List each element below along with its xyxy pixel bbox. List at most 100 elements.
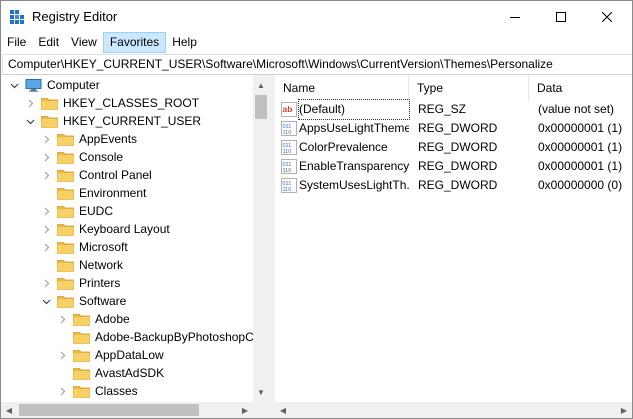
tree-vertical-scrollbar[interactable]: ▲ ▼ — [253, 75, 269, 402]
folder-icon — [57, 223, 74, 236]
tree-item[interactable]: Console — [42, 148, 123, 166]
value-row[interactable]: 011 110 AppsUseLightTheme REG_DWORD 0x000000… — [275, 119, 632, 138]
tree-item-label: Keyboard Layout — [79, 222, 170, 236]
value-row[interactable]: ab (Default) REG_SZ (value not set) — [275, 99, 632, 120]
menu-file[interactable]: File — [1, 32, 32, 53]
folder-icon — [41, 97, 58, 110]
tree-item[interactable]: Microsoft — [42, 238, 128, 256]
menu-help[interactable]: Help — [166, 32, 203, 53]
menu-favorites[interactable]: Favorites — [102, 32, 167, 53]
tree-item-label: AvastAdSDK — [95, 366, 165, 380]
chevron-down-icon[interactable] — [42, 297, 51, 306]
scrollbar-corner — [253, 402, 269, 418]
scroll-right-arrow-icon[interactable]: ▶ — [237, 402, 253, 418]
chevron-right-icon[interactable] — [42, 153, 51, 162]
computer-icon — [25, 78, 42, 92]
chevron-down-icon[interactable] — [26, 117, 35, 126]
folder-icon — [41, 115, 58, 128]
menu-view[interactable]: View — [65, 32, 103, 53]
binary-value-icon: 011 110 — [281, 140, 297, 155]
scroll-left-arrow-icon[interactable]: ◀ — [275, 402, 291, 418]
folder-icon — [57, 169, 74, 182]
chevron-right-icon[interactable] — [58, 315, 67, 324]
tree-item[interactable]: Control Panel — [42, 166, 152, 184]
value-row[interactable]: 011 110 EnableTransparency REG_DWORD 0x00000… — [275, 157, 632, 176]
chevron-right-icon[interactable] — [58, 351, 67, 360]
folder-icon — [73, 349, 90, 362]
tree-item[interactable]: Computer — [10, 76, 100, 94]
chevron-right-icon[interactable] — [42, 225, 51, 234]
folder-icon — [57, 133, 74, 146]
tree-item[interactable]: Network — [42, 256, 123, 274]
column-header-data[interactable]: Data — [529, 75, 632, 101]
tree-hscroll-thumb[interactable] — [19, 404, 199, 416]
tree-scroll-thumb[interactable] — [255, 95, 267, 119]
chevron-right-icon[interactable] — [42, 207, 51, 216]
chevron-down-icon[interactable] — [10, 81, 19, 90]
menu-bar: File Edit View Favorites Help — [1, 32, 632, 53]
scroll-up-arrow-icon[interactable]: ▲ — [253, 77, 269, 93]
tree-item-label: AppDataLow — [95, 348, 164, 362]
folder-icon — [57, 187, 74, 200]
tree-item[interactable]: HKEY_CURRENT_USER — [26, 112, 201, 130]
folder-icon — [57, 241, 74, 254]
value-data: (value not set) — [538, 102, 615, 116]
tree-item[interactable]: AppEvents — [42, 130, 137, 148]
folder-icon — [57, 151, 74, 164]
tree-item[interactable]: Environment — [42, 184, 146, 202]
tree-horizontal-scrollbar[interactable]: ◀ ▶ — [1, 402, 253, 418]
svg-text:ab: ab — [283, 104, 293, 114]
maximize-icon — [556, 11, 566, 22]
title-bar[interactable]: Registry Editor — [1, 1, 632, 32]
tree-item-label: EUDC — [79, 204, 114, 218]
value-row[interactable]: 011 110 SystemUsesLightTh... REG_DWORD 0x000… — [275, 176, 632, 195]
no-expander — [42, 189, 51, 198]
address-bar[interactable]: Computer\HKEY_CURRENT_USER\Software\Micr… — [2, 54, 632, 75]
values-list-pane[interactable]: Name Type Data ab (Default) REG_SZ (value n… — [275, 75, 632, 418]
tree-item[interactable]: HKEY_CLASSES_ROOT — [26, 94, 199, 112]
value-data: 0x00000001 (1) — [538, 159, 623, 173]
tree-item-label: AppEvents — [79, 132, 138, 146]
tree-item[interactable]: Printers — [42, 274, 120, 292]
value-type: REG_SZ — [418, 102, 467, 116]
value-type: REG_DWORD — [418, 121, 498, 135]
svg-text:110: 110 — [283, 168, 292, 174]
chevron-right-icon[interactable] — [26, 99, 35, 108]
key-tree-pane[interactable]: Computer HKEY_CLASSES_ROOT HKEY_CURRENT_US… — [1, 75, 270, 418]
registry-editor-icon — [10, 10, 24, 24]
folder-icon — [73, 367, 90, 380]
svg-text:110: 110 — [283, 130, 292, 136]
chevron-right-icon[interactable] — [42, 279, 51, 288]
tree-item-label: Adobe-BackupByPhotoshopC — [95, 330, 254, 344]
close-button[interactable] — [584, 1, 630, 32]
column-header-type[interactable]: Type — [409, 75, 529, 101]
tree-item[interactable]: Adobe-BackupByPhotoshopC — [58, 328, 254, 346]
tree-item[interactable]: AvastAdSDK — [58, 364, 164, 382]
tree-item-label: HKEY_CURRENT_USER — [63, 114, 202, 128]
chevron-right-icon[interactable] — [58, 387, 67, 396]
tree-item[interactable]: Keyboard Layout — [42, 220, 170, 238]
scroll-down-arrow-icon[interactable]: ▼ — [253, 384, 269, 400]
menu-edit[interactable]: Edit — [32, 32, 65, 53]
values-horizontal-scrollbar[interactable]: ◀ ▶ — [275, 402, 632, 418]
chevron-right-icon[interactable] — [42, 171, 51, 180]
tree-item[interactable]: Software — [42, 292, 126, 310]
tree-item[interactable]: Adobe — [58, 310, 130, 328]
tree-item[interactable]: EUDC — [42, 202, 113, 220]
chevron-right-icon[interactable] — [42, 135, 51, 144]
tree-item[interactable]: AppDataLow — [58, 346, 164, 364]
folder-icon — [73, 313, 90, 326]
value-row[interactable]: 011 110 ColorPrevalence REG_DWORD 0x00000001… — [275, 138, 632, 157]
scroll-right-arrow-icon[interactable]: ▶ — [616, 402, 632, 418]
tree-item[interactable]: Classes — [58, 382, 138, 400]
column-header-name[interactable]: Name — [275, 75, 409, 101]
minimize-button[interactable] — [492, 1, 538, 32]
value-data: 0x00000001 (1) — [538, 121, 623, 135]
maximize-button[interactable] — [538, 1, 584, 32]
chevron-right-icon[interactable] — [42, 243, 51, 252]
folder-icon — [73, 331, 90, 344]
scroll-left-arrow-icon[interactable]: ◀ — [1, 402, 17, 418]
tree-item-label: Network — [79, 258, 124, 272]
value-data: 0x00000000 (0) — [538, 178, 623, 192]
binary-value-icon: 011 110 — [281, 121, 297, 136]
